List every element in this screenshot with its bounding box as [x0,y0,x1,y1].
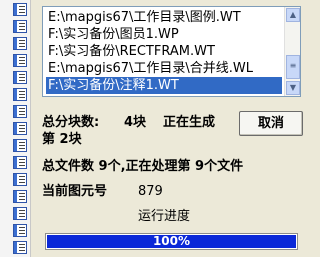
list-scrollbar[interactable]: ▲ ≡ ▼ [284,7,300,96]
current-element-value: 879 [138,184,163,199]
document-icon[interactable] [13,88,27,101]
document-icon[interactable] [13,156,27,169]
document-icon[interactable] [13,20,27,33]
document-icon[interactable] [13,173,27,186]
list-item[interactable]: E:\mapgis67\工作目录\合并线.WL [46,60,282,77]
list-item[interactable]: F:\实习备份\图员1.WP [46,26,282,43]
generating-label: 正在生成 [163,115,216,130]
left-icon-strip [0,0,31,257]
progress-bar: 100% [45,233,298,250]
file-listbox[interactable]: E:\mapgis67\工作目录\图例.WT F:\实习备份\图员1.WP F:… [42,6,301,97]
list-item[interactable]: F:\实习备份\RECTFRAM.WT [46,43,282,60]
document-icon[interactable] [13,122,27,135]
document-icon[interactable] [13,224,27,237]
arrow-down-icon[interactable]: ▼ [286,81,300,95]
document-icon[interactable] [13,3,27,16]
document-icon[interactable] [13,54,27,67]
document-icon[interactable] [13,105,27,118]
document-icon[interactable] [13,207,27,220]
progress-text: 100% [152,234,191,248]
total-blocks-label: 总分块数: [42,115,100,130]
document-icon[interactable] [13,37,27,50]
scroll-thumb[interactable]: ≡ [286,55,300,79]
processing-dialog: E:\mapgis67\工作目录\图例.WT F:\实习备份\图员1.WP F:… [32,0,313,257]
progress-title: 运行进度 [138,209,191,224]
grip-icon: ≡ [289,61,297,70]
cancel-button[interactable]: 取消 [239,111,303,136]
document-icon[interactable] [13,190,27,203]
document-icon[interactable] [13,241,27,254]
document-icon[interactable] [13,71,27,84]
list-item[interactable]: E:\mapgis67\工作目录\图例.WT [46,9,282,26]
file-count-text: 总文件数 9个,正在处理第 9个文件 [42,159,244,174]
list-item-selected[interactable]: F:\实习备份\注释1.WT [46,77,282,94]
total-blocks-value: 4块 [124,115,147,130]
current-element-label: 当前图元号 [42,184,108,199]
document-icon[interactable] [13,139,27,152]
current-block-text: 第 2块 [42,132,82,147]
arrow-up-icon[interactable]: ▲ [286,8,300,22]
